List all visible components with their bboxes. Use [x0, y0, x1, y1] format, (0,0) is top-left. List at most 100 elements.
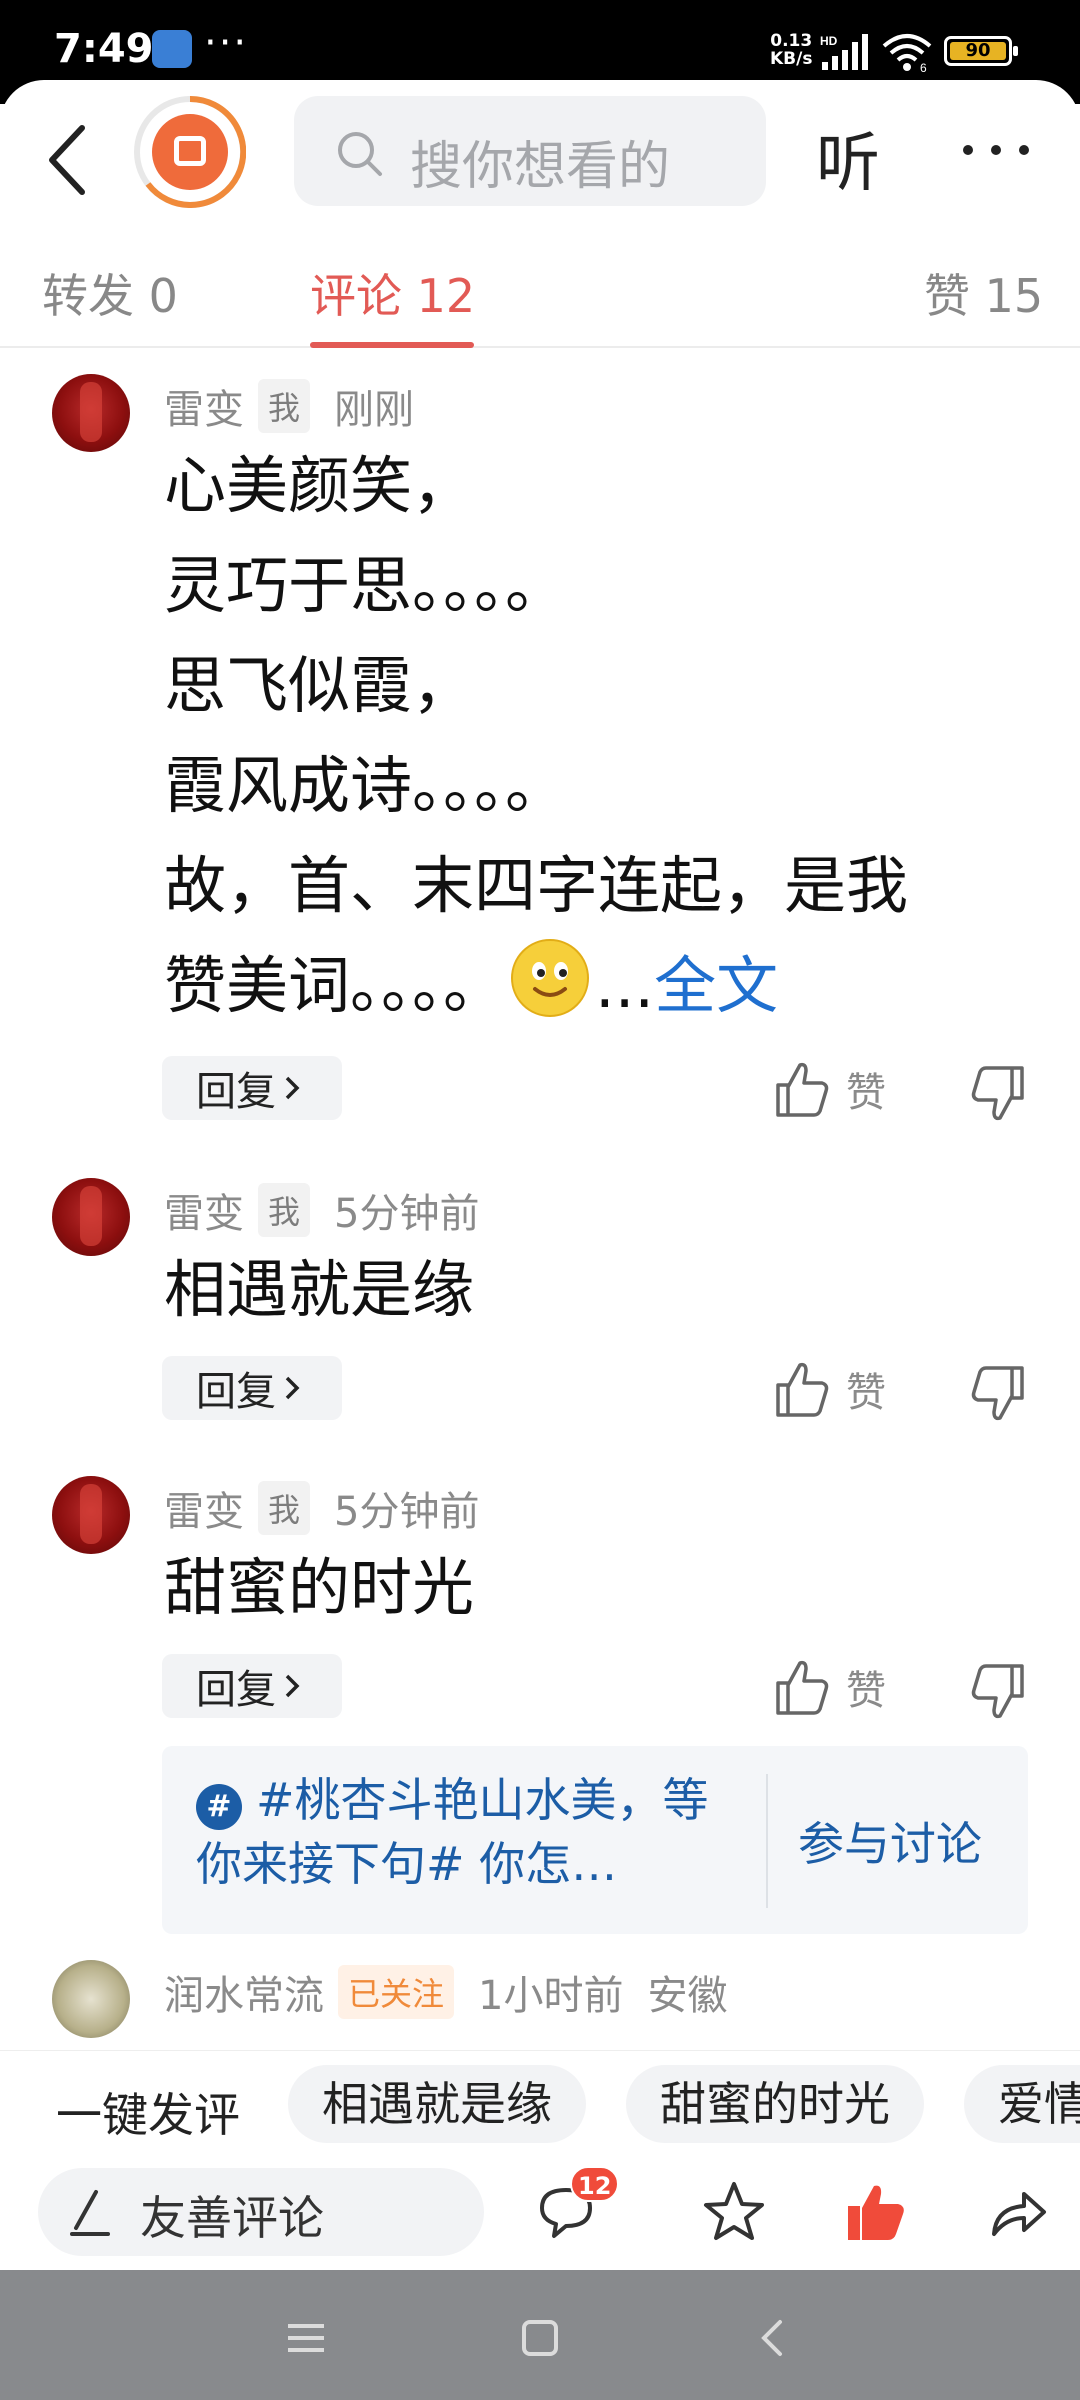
- battery-level: 90: [950, 42, 1006, 60]
- listen-button[interactable]: 听: [816, 112, 880, 204]
- reply-button[interactable]: 回复: [162, 1356, 342, 1420]
- pen-icon: [70, 2190, 110, 2236]
- avatar[interactable]: [52, 374, 130, 452]
- search-placeholder: 搜你想看的: [410, 137, 671, 197]
- reply-button[interactable]: 回复: [162, 1654, 342, 1718]
- menu-icon[interactable]: [284, 2316, 328, 2360]
- chevron-right-icon: [285, 1076, 300, 1100]
- comment-text[interactable]: 相遇就是缘: [164, 1240, 1024, 1340]
- comment-line: 甜蜜的时光: [164, 1551, 475, 1624]
- like-button[interactable]: 赞: [774, 1354, 904, 1424]
- comment-line: 灵巧于思。。。。: [164, 549, 568, 622]
- comment-meta: 雷变 我 5分钟前: [164, 1480, 479, 1536]
- system-nav-bar: [0, 2270, 1080, 2400]
- full-text-link[interactable]: 全文: [654, 949, 778, 1022]
- comment-line: 思飞似霞，: [164, 649, 475, 722]
- comment-text[interactable]: 心美颜笑， 灵巧于思。。。。 思飞似霞， 霞风成诗。。。。 故，首、末四字连起，…: [164, 436, 1024, 1036]
- tab-likes[interactable]: 赞 15: [924, 260, 1043, 326]
- top-header: 搜你想看的 听: [0, 80, 1080, 230]
- more-icon[interactable]: [956, 120, 1036, 180]
- comment-count-badge: 12: [570, 2166, 620, 2202]
- battery-icon: 90: [944, 36, 1018, 66]
- thumbs-down-icon[interactable]: [966, 1362, 1026, 1428]
- reply-label: 回复: [196, 1667, 276, 1713]
- comment-line: 霞风成诗。。。。: [164, 749, 568, 822]
- comment-author[interactable]: 雷变: [164, 1479, 244, 1537]
- more-notifications-icon: ···: [204, 20, 249, 66]
- comment-time: 5分钟前: [334, 1191, 480, 1237]
- self-tag: 我: [258, 1183, 311, 1237]
- comment-text[interactable]: 甜蜜的时光: [164, 1538, 1024, 1638]
- comment-meta: 雷变 我 5分钟前: [164, 1182, 479, 1238]
- comment-line: 相遇就是缘: [164, 1253, 475, 1326]
- thumbs-down-icon[interactable]: [966, 1062, 1026, 1128]
- network-speed: 0.13 KB/s: [770, 32, 812, 68]
- comment-time: 刚刚: [334, 387, 415, 433]
- avatar[interactable]: [52, 1178, 130, 1256]
- quick-reply-chip[interactable]: 爱情: [964, 2065, 1080, 2143]
- comment-placeholder: 友善评论: [140, 2191, 324, 2245]
- reply-button[interactable]: 回复: [162, 1056, 342, 1120]
- wifi-icon: 6: [882, 34, 932, 74]
- search-icon: [338, 132, 382, 176]
- comment-author[interactable]: 润水常流: [164, 1963, 324, 2021]
- comment-location: 安徽: [647, 1973, 728, 2019]
- like-label: 赞: [846, 1070, 886, 1116]
- quick-reply-title: 一键发评: [56, 2088, 240, 2142]
- thumbs-up-icon: [776, 1062, 829, 1117]
- share-icon[interactable]: [984, 2178, 1052, 2246]
- quick-reply-bar: 一键发评 相遇就是缘 甜蜜的时光 爱情: [0, 2050, 1080, 2168]
- reply-label: 回复: [196, 1369, 276, 1415]
- like-label: 赞: [846, 1370, 886, 1416]
- topic-card[interactable]: # #桃杏斗艳山水美，等你来接下句# 你怎… 参与讨论: [162, 1746, 1028, 1934]
- chevron-right-icon: [285, 1674, 300, 1698]
- like-button[interactable]: 赞: [774, 1054, 904, 1124]
- back-icon[interactable]: [40, 120, 100, 200]
- red-packet-icon: [152, 114, 228, 190]
- avatar[interactable]: [52, 1960, 130, 2038]
- reply-label: 回复: [196, 1069, 276, 1115]
- tab-reposts[interactable]: 转发 0: [42, 260, 178, 326]
- star-icon[interactable]: [700, 2178, 768, 2246]
- topic-text[interactable]: #桃杏斗艳山水美，等你来接下句# 你怎…: [196, 1768, 716, 1896]
- comment-time: 5分钟前: [334, 1489, 480, 1535]
- comment-input[interactable]: 友善评论: [38, 2168, 484, 2256]
- home-icon[interactable]: [518, 2316, 562, 2360]
- tab-comments[interactable]: 评论 12: [310, 260, 475, 326]
- thumbs-up-icon: [776, 1362, 829, 1417]
- like-button[interactable]: 赞: [774, 1652, 904, 1722]
- thumbs-up-icon: [776, 1660, 829, 1715]
- comment-tabs: 转发 0 评论 12 赞 15: [0, 240, 1080, 348]
- join-discussion-button[interactable]: 参与讨论: [798, 1808, 982, 1874]
- quick-reply-chip[interactable]: 相遇就是缘: [288, 2065, 586, 2143]
- comment-meta: 润水常流 已关注 1小时前 安徽: [164, 1964, 727, 2020]
- liked-thumbs-up-icon[interactable]: [842, 2178, 910, 2246]
- comment-line: 心美颜笑，: [164, 449, 475, 522]
- network-speed-unit: KB/s: [770, 49, 813, 69]
- comment-meta: 雷变 我 刚刚: [164, 378, 414, 434]
- following-tag: 已关注: [338, 1965, 455, 2019]
- comment-line-text: 赞美词。。。。: [164, 949, 506, 1022]
- comment-author[interactable]: 雷变: [164, 377, 244, 435]
- comment-time: 1小时前: [478, 1973, 624, 2019]
- active-tab-indicator: [310, 342, 474, 348]
- comment-author[interactable]: 雷变: [164, 1181, 244, 1239]
- divider: [766, 1774, 768, 1908]
- thumbs-down-icon[interactable]: [966, 1660, 1026, 1726]
- notification-app-icon: [152, 30, 192, 68]
- svg-text:HD: HD: [820, 34, 838, 48]
- like-label: 赞: [846, 1668, 886, 1714]
- comment-line: 故，首、末四字连起，是我: [164, 849, 909, 922]
- quick-reply-chip[interactable]: 甜蜜的时光: [626, 2065, 924, 2143]
- signal-icon: HD: [820, 34, 868, 70]
- self-tag: 我: [258, 379, 311, 433]
- self-tag: 我: [258, 1481, 311, 1535]
- back-nav-icon[interactable]: [752, 2316, 796, 2360]
- svg-text:6: 6: [920, 61, 927, 74]
- avatar[interactable]: [52, 1476, 130, 1554]
- comment-line-last: 赞美词。。。。 ...全文: [164, 936, 1024, 1036]
- red-packet-button[interactable]: [134, 96, 246, 208]
- network-speed-value: 0.13: [770, 31, 813, 51]
- search-input[interactable]: 搜你想看的: [294, 96, 766, 206]
- comment-input-bar: 友善评论 12: [0, 2166, 1080, 2272]
